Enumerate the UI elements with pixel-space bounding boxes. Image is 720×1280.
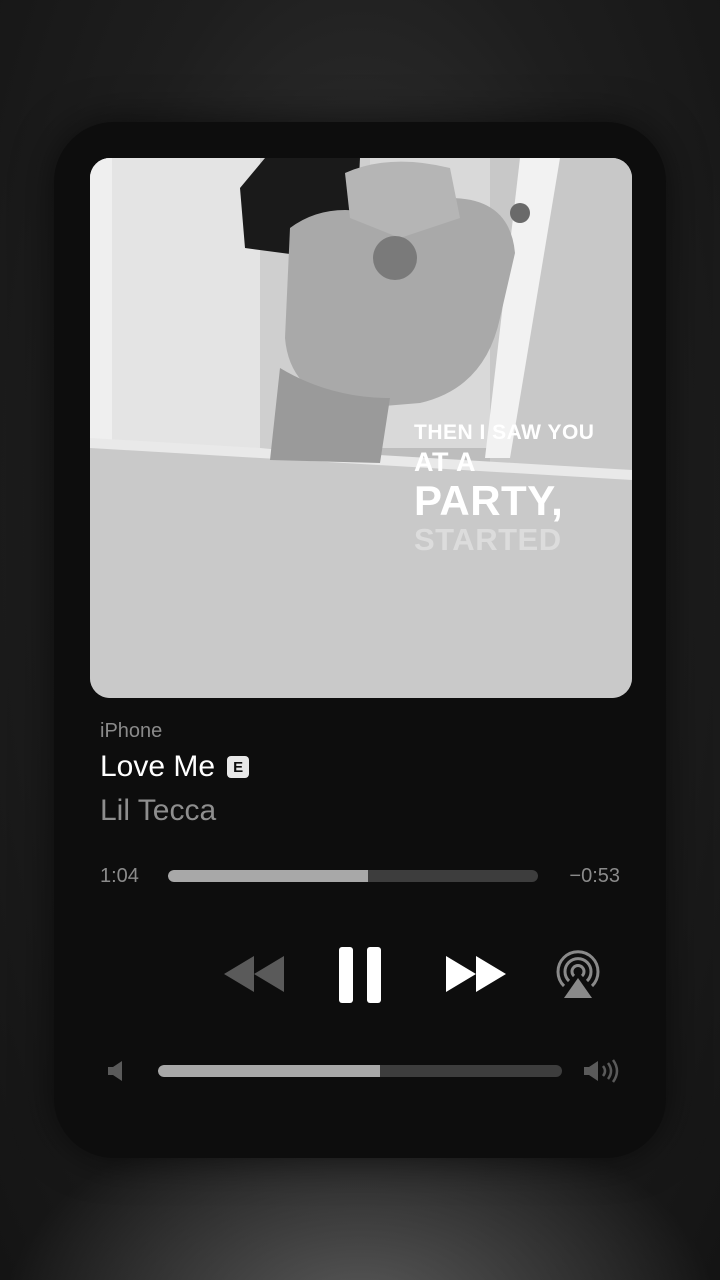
output-device-label: iPhone [100, 720, 163, 742]
title-row: Love Me E [100, 750, 250, 784]
volume-slider[interactable] [158, 1065, 562, 1077]
track-title[interactable]: Love Me [100, 750, 215, 784]
time-elapsed: 1:04 [100, 865, 139, 887]
speaker-high-icon [584, 1059, 619, 1083]
explicit-badge: E [227, 756, 250, 778]
volume-fill [158, 1065, 381, 1077]
pause-button[interactable] [330, 940, 390, 1010]
progress-fill [168, 870, 368, 882]
lyric-line-2: AT A [414, 447, 476, 477]
time-remaining: −0:53 [569, 865, 620, 887]
airplay-button[interactable] [548, 944, 608, 1004]
pause-icon [339, 947, 381, 1003]
backward-icon [224, 956, 284, 992]
previous-button[interactable] [214, 944, 294, 1004]
now-playing-card: THEN I SAW YOU AT A PARTY, STARTED iPhon… [54, 122, 666, 1158]
speaker-low-icon [108, 1061, 122, 1081]
lyric-line-4: STARTED [414, 522, 562, 557]
lyric-line-3: PARTY, [414, 477, 564, 524]
artist-name[interactable]: Lil Tecca [100, 794, 216, 828]
airplay-icon [556, 950, 600, 998]
forward-icon [446, 956, 506, 992]
progress-scrubber[interactable] [168, 870, 538, 882]
lyric-line-1: THEN I SAW YOU [414, 421, 595, 444]
album-artwork: THEN I SAW YOU AT A PARTY, STARTED [90, 158, 632, 698]
next-button[interactable] [436, 944, 516, 1004]
lyrics-overlay: THEN I SAW YOU AT A PARTY, STARTED [414, 422, 594, 555]
